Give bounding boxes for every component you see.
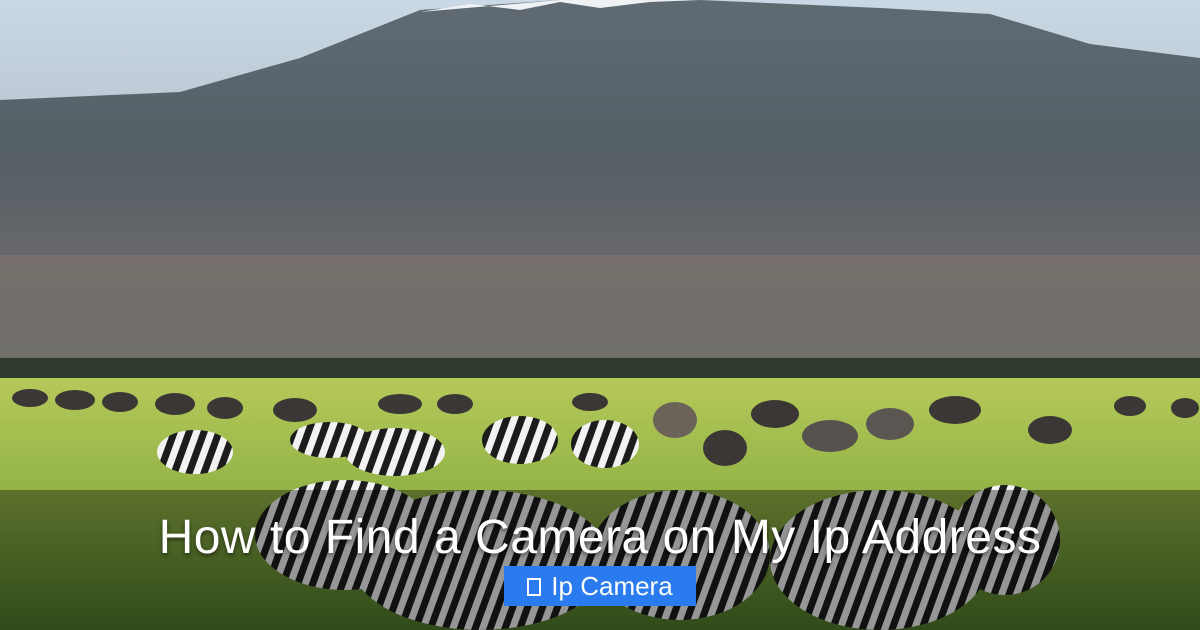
category-label: Ip Camera bbox=[551, 571, 673, 601]
category-badge[interactable]: Ip Camera bbox=[504, 566, 696, 606]
article-title: How to Find a Camera on My Ip Address bbox=[158, 511, 1042, 564]
missing-glyph-box-icon bbox=[527, 577, 542, 596]
hero-banner: How to Find a Camera on My Ip Address Ip… bbox=[0, 0, 1200, 630]
dry-plain bbox=[0, 255, 1200, 365]
